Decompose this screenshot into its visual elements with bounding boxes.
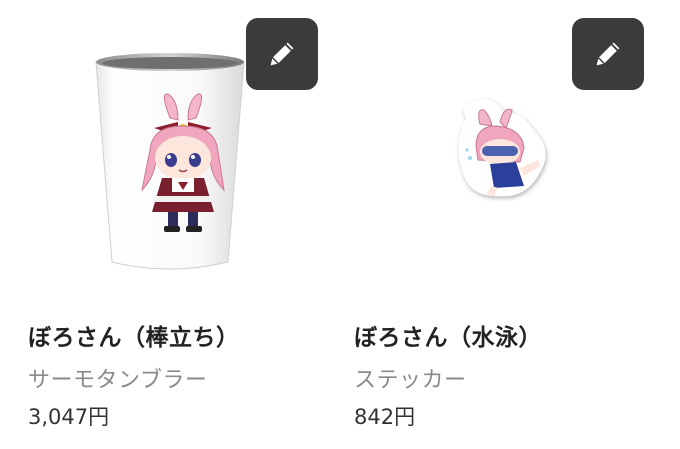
product-card[interactable]: ぼろさん（棒立ち） サーモタンブラー 3,047円 xyxy=(28,0,328,449)
product-price: 3,047円 xyxy=(28,405,110,429)
product-price: 842円 xyxy=(354,405,416,429)
product-card[interactable]: ぼろさん（水泳） ステッカー 842円 xyxy=(354,0,654,449)
sticker xyxy=(458,99,546,197)
pencil-icon xyxy=(270,42,294,66)
product-title[interactable]: ぼろさん（水泳） xyxy=(354,318,542,352)
product-category: ステッカー xyxy=(354,368,467,393)
edit-button[interactable] xyxy=(246,18,318,90)
product-category: サーモタンブラー xyxy=(28,368,208,393)
product-title[interactable]: ぼろさん（棒立ち） xyxy=(28,318,240,352)
pencil-icon xyxy=(596,42,620,66)
edit-button[interactable] xyxy=(572,18,644,90)
